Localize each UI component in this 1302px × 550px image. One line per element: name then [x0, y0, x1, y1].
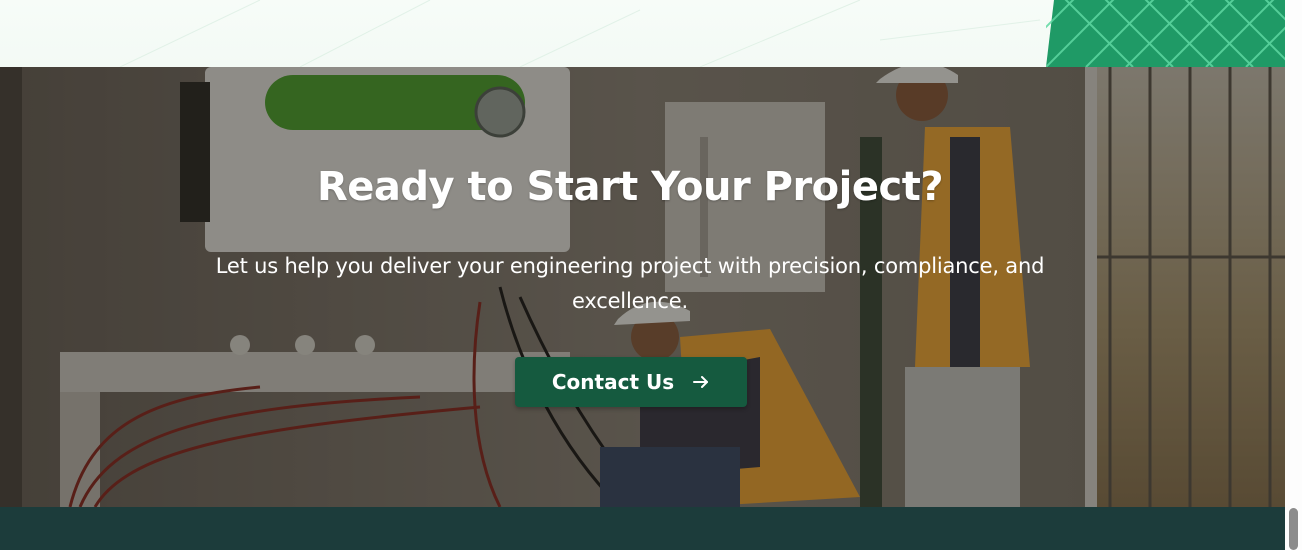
- scrollbar-thumb[interactable]: [1289, 508, 1298, 550]
- cta-content: Ready to Start Your Project? Let us help…: [0, 67, 1260, 507]
- contact-us-button[interactable]: Contact Us: [515, 357, 747, 407]
- previous-section-bottom: [0, 0, 1285, 67]
- green-lattice-pattern: [1046, 0, 1285, 67]
- arrow-right-icon: [692, 373, 710, 391]
- cta-section: Ready to Start Your Project? Let us help…: [0, 67, 1285, 507]
- cta-description: Let us help you deliver your engineering…: [215, 254, 1045, 313]
- page-scrollbar[interactable]: [1285, 0, 1302, 550]
- contact-us-label: Contact Us: [551, 370, 675, 394]
- footer-top: [0, 507, 1285, 550]
- cta-heading: Ready to Start Your Project?: [316, 164, 944, 210]
- page: Ready to Start Your Project? Let us help…: [0, 0, 1302, 550]
